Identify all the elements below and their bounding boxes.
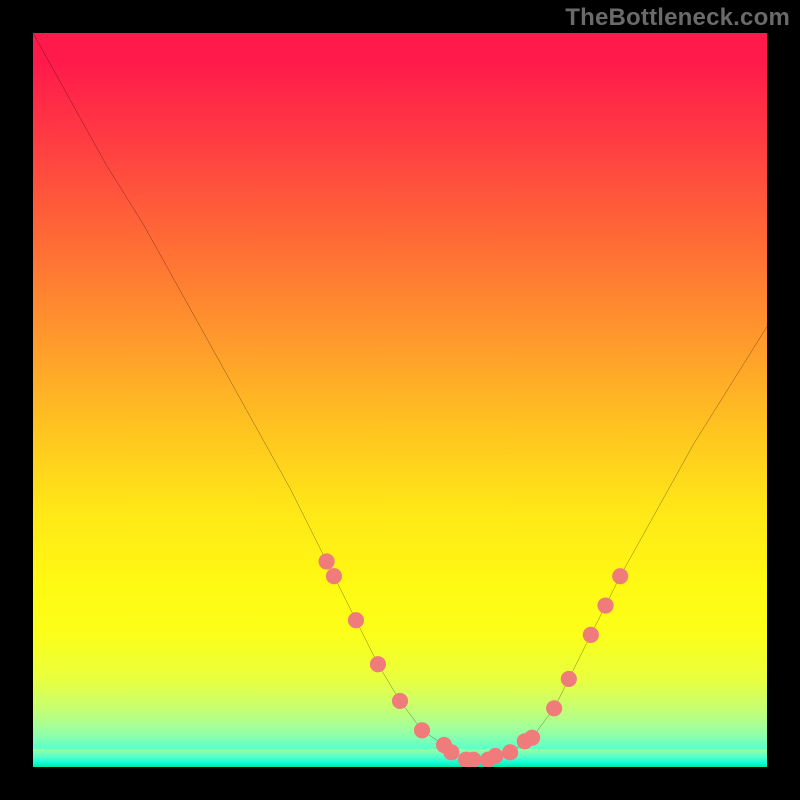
curve-marker <box>319 553 335 569</box>
curve-marker <box>561 671 577 687</box>
curve-marker <box>414 722 430 738</box>
curve-marker <box>612 568 628 584</box>
curve-marker <box>370 656 386 672</box>
curve-marker <box>524 730 540 746</box>
curve-marker-layer <box>33 33 767 767</box>
curve-marker <box>326 568 342 584</box>
plot-area <box>33 33 767 767</box>
curve-marker <box>546 700 562 716</box>
curve-marker <box>348 612 364 628</box>
curve-marker <box>443 744 459 760</box>
curve-marker <box>502 744 518 760</box>
curve-marker <box>487 748 503 764</box>
curve-marker <box>597 597 613 613</box>
chart-frame: TheBottleneck.com <box>0 0 800 800</box>
curve-marker <box>583 627 599 643</box>
curve-marker <box>392 693 408 709</box>
watermark-label: TheBottleneck.com <box>565 4 790 32</box>
curve-marker <box>465 752 481 767</box>
